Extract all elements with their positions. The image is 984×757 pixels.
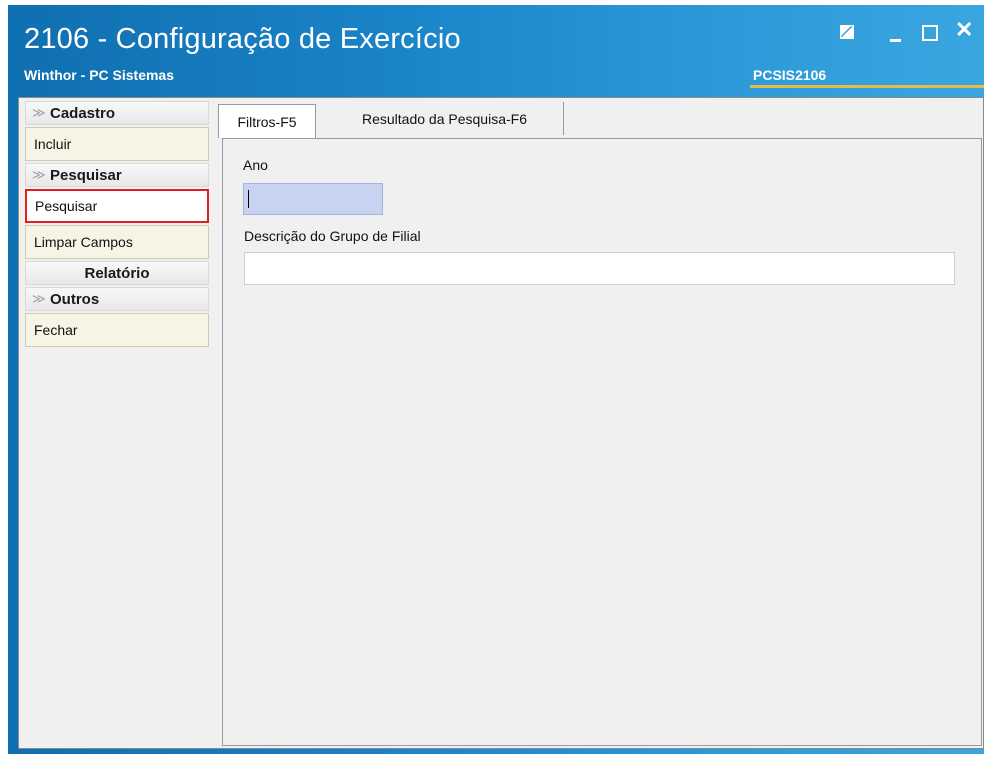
program-code: PCSIS2106 — [753, 67, 827, 83]
sidebar: ≫ Cadastro Incluir ≫ Pesquisar Pesquisar… — [25, 101, 209, 349]
section-label: Relatório — [84, 264, 150, 282]
fechar-button[interactable]: Fechar — [25, 313, 209, 347]
filters-panel: Ano Descrição do Grupo de Filial — [222, 138, 982, 746]
section-label: Pesquisar — [50, 166, 122, 184]
program-code-underline — [750, 85, 984, 88]
app-window: 2106 - Configuração de Exercício Winthor… — [8, 5, 984, 754]
section-label: Cadastro — [50, 104, 116, 122]
client-area: ≫ Cadastro Incluir ≫ Pesquisar Pesquisar… — [18, 97, 984, 749]
section-header-cadastro[interactable]: ≫ Cadastro — [25, 101, 209, 125]
window-subtitle: Winthor - PC Sistemas — [24, 67, 175, 83]
section-header-outros[interactable]: ≫ Outros — [25, 287, 209, 311]
title-bar[interactable]: 2106 - Configuração de Exercício Winthor… — [8, 5, 984, 91]
button-label: Pesquisar — [35, 198, 98, 214]
chevron-double-down-icon: ≫ — [32, 167, 46, 182]
tab-filtros[interactable]: Filtros-F5 — [218, 104, 316, 138]
button-label: Limpar Campos — [34, 234, 133, 250]
button-label: Fechar — [34, 322, 78, 338]
descricao-grupo-filial-input[interactable] — [244, 252, 955, 285]
tab-resultado-pesquisa[interactable]: Resultado da Pesquisa-F6 — [326, 102, 564, 135]
limpar-campos-button[interactable]: Limpar Campos — [25, 225, 209, 259]
chevron-double-down-icon: ≫ — [32, 105, 46, 120]
text-caret — [248, 190, 249, 208]
close-icon[interactable]: ✕ — [955, 18, 973, 42]
incluir-button[interactable]: Incluir — [25, 127, 209, 161]
ano-input[interactable] — [243, 183, 383, 215]
descricao-grupo-filial-label: Descrição do Grupo de Filial — [244, 228, 421, 244]
button-label: Incluir — [34, 136, 72, 152]
section-header-relatorio[interactable]: Relatório — [25, 261, 209, 285]
section-header-pesquisar[interactable]: ≫ Pesquisar — [25, 163, 209, 187]
minimize-icon[interactable] — [890, 39, 901, 42]
section-label: Outros — [50, 290, 100, 308]
restore-icon[interactable] — [840, 25, 854, 39]
chevron-double-down-icon: ≫ — [32, 291, 46, 306]
ano-label: Ano — [243, 157, 268, 173]
pesquisar-button[interactable]: Pesquisar — [25, 189, 209, 223]
maximize-icon[interactable] — [922, 25, 938, 41]
window-title: 2106 - Configuração de Exercício — [24, 23, 461, 55]
